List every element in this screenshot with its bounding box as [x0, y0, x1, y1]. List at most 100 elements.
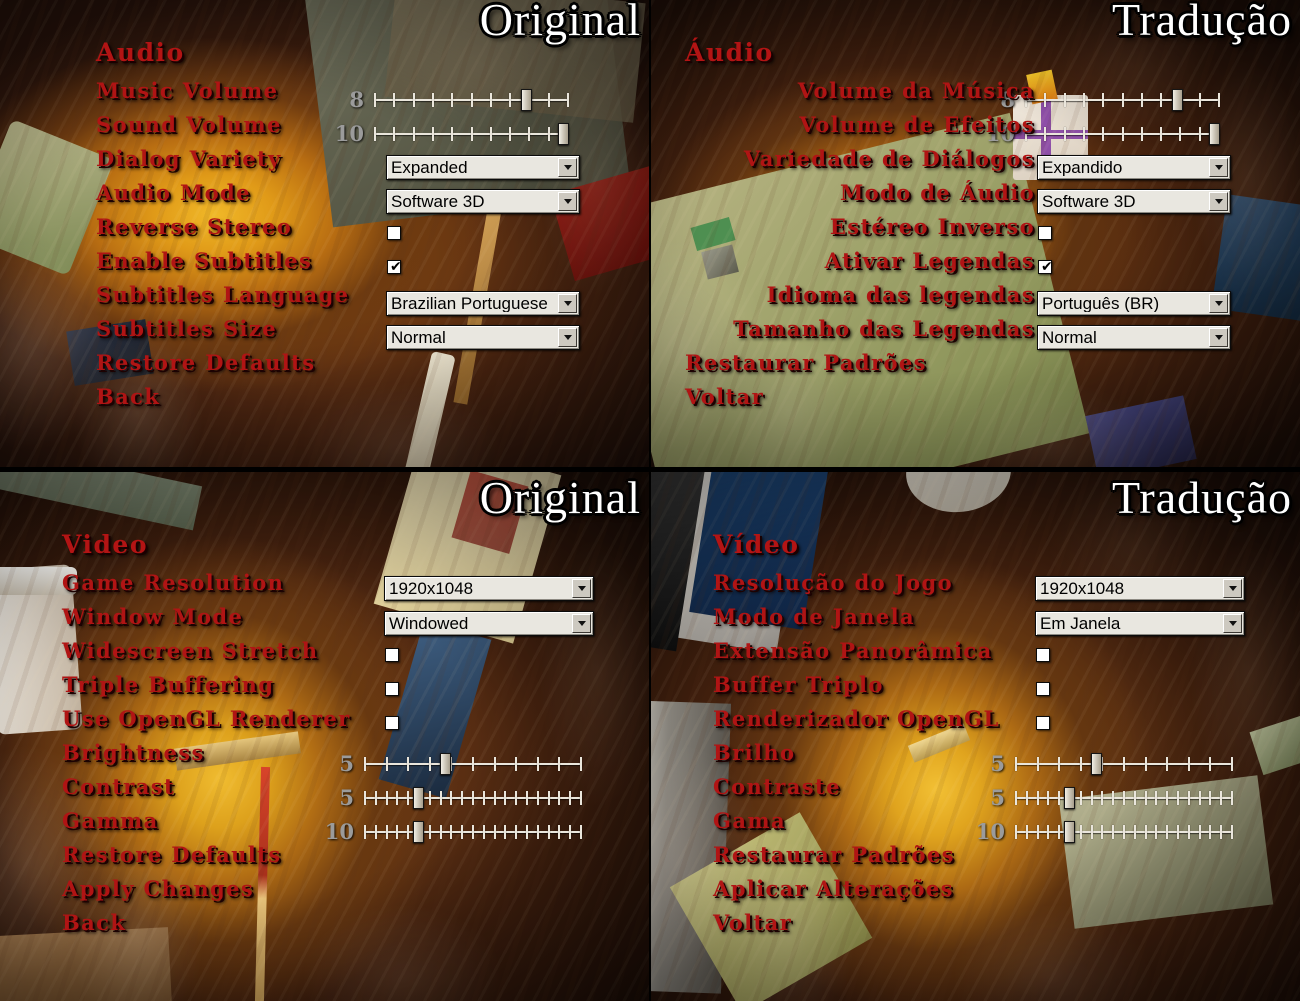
menu-item-audio-mode[interactable]: Audio Mode — [96, 180, 626, 214]
menu-label: Sound Volume — [96, 112, 282, 137]
slider-tick — [1218, 92, 1220, 107]
menu-label: Game Resolution — [62, 570, 285, 595]
menu-item-voltar[interactable]: Voltar — [685, 384, 1035, 418]
menu-label: Restore Defaults — [62, 842, 282, 867]
menu-item-game-resolution[interactable]: Game Resolution — [62, 570, 602, 604]
menu-item-use-opengl-renderer[interactable]: Use OpenGL Renderer — [62, 706, 602, 740]
menu-item-ativar-legendas[interactable]: Ativar Legendas — [685, 248, 1035, 282]
slider-tick — [1121, 92, 1124, 107]
page-title-audio-translated: Áudio — [685, 38, 774, 67]
menu-item-variedade-dialogos[interactable]: Variedade de Diálogos — [685, 146, 1035, 180]
variedade-dialogos-dropdown[interactable]: Expandido — [1037, 155, 1231, 180]
panel-audio-translated: Tradução Áudio Volume da Música Volume d… — [651, 0, 1300, 467]
menu-label: Gamma — [62, 808, 159, 833]
chevron-down-icon[interactable] — [1209, 294, 1228, 313]
menu-label: Widescreen Stretch — [62, 638, 319, 663]
dropdown-value: Expandido — [1042, 159, 1123, 176]
menu-item-contraste[interactable]: Contraste — [713, 774, 1253, 808]
menu-item-contrast[interactable]: Contrast — [62, 774, 602, 808]
menu-item-estereo-inverso[interactable]: Estéreo Inverso — [685, 214, 1035, 248]
menu-item-idioma-legendas[interactable]: Idioma das legendas — [685, 282, 1035, 316]
ativar-legendas-checkbox[interactable]: ✔ — [1038, 260, 1053, 274]
tamanho-legendas-dropdown[interactable]: Normal — [1037, 325, 1231, 350]
menu-label: Buffer Triplo — [713, 672, 884, 697]
slider-tick — [1063, 92, 1066, 107]
menu-item-aplicar-alteracoes[interactable]: Aplicar Alterações — [713, 876, 1253, 910]
chevron-down-icon[interactable] — [1209, 192, 1228, 211]
menu-item-restore-defaults[interactable]: Restore Defaults — [96, 350, 626, 384]
menu-item-voltar[interactable]: Voltar — [713, 910, 1253, 944]
idioma-legendas-dropdown[interactable]: Português (BR) — [1037, 291, 1231, 316]
menu-item-extensao-panoramica[interactable]: Extensão Panorâmica — [713, 638, 1253, 672]
menu-label: Gama — [713, 808, 786, 833]
menu-item-resolucao-jogo[interactable]: Resolução do Jogo — [713, 570, 1253, 604]
menu-item-modo-janela[interactable]: Modo de Janela — [713, 604, 1253, 638]
slider-track[interactable] — [1025, 122, 1220, 145]
panel-video-translated: Tradução Vídeo Resolução do Jogo Modo de… — [651, 472, 1300, 1001]
menu-item-brilho[interactable]: Brilho — [713, 740, 1253, 774]
menu-label: Reverse Stereo — [96, 214, 293, 239]
menu-label: Modo de Janela — [713, 604, 915, 629]
slider-track[interactable] — [1025, 88, 1220, 111]
menu-item-brightness[interactable]: Brightness — [62, 740, 602, 774]
menu-label: Volume da Música — [797, 78, 1035, 103]
menu-label: Subtitles Size — [96, 316, 277, 341]
menu-label: Restore Defaults — [96, 350, 316, 375]
menu-item-renderizador-opengl[interactable]: Renderizador OpenGL — [713, 706, 1253, 740]
menu-item-gama[interactable]: Gama — [713, 808, 1253, 842]
slider-tick — [1140, 92, 1143, 107]
menu-item-window-mode[interactable]: Window Mode — [62, 604, 602, 638]
menu-label: Aplicar Alterações — [713, 876, 954, 901]
modo-audio-dropdown[interactable]: Software 3D — [1037, 189, 1231, 214]
slider-tick — [1179, 126, 1182, 141]
menu-item-restaurar-padroes[interactable]: Restaurar Padrões — [685, 350, 1035, 384]
menu-item-apply-changes[interactable]: Apply Changes — [62, 876, 602, 910]
menu-item-restore-defaults[interactable]: Restore Defaults — [62, 842, 602, 876]
menu-label: Ativar Legendas — [824, 248, 1035, 273]
page-title-video-original: Video — [62, 530, 149, 559]
slider-tick — [1160, 126, 1163, 141]
menu-label: Resolução do Jogo — [713, 570, 954, 595]
menu-label: Back — [62, 910, 127, 935]
chevron-down-icon[interactable] — [1209, 328, 1228, 347]
estereo-inverso-checkbox[interactable] — [1038, 226, 1052, 240]
menu-item-gamma[interactable]: Gamma — [62, 808, 602, 842]
menu-item-sound-volume[interactable]: Sound Volume — [96, 112, 626, 146]
menu-item-modo-audio[interactable]: Modo de Áudio — [685, 180, 1035, 214]
panel-audio-original: Original Audio Music Volume Sound Volume… — [0, 0, 649, 467]
badge-original-audio: Original — [479, 0, 641, 45]
slider-handle[interactable] — [1209, 122, 1220, 145]
menu-item-back[interactable]: Back — [96, 384, 626, 418]
menu-item-music-volume[interactable]: Music Volume — [96, 78, 626, 112]
menu-label: Modo de Áudio — [839, 180, 1035, 205]
slider-tick — [1102, 92, 1105, 107]
menu-label: Tamanho das Legendas — [733, 316, 1035, 341]
menu-label: Music Volume — [96, 78, 279, 103]
dropdown-value: Português (BR) — [1042, 295, 1160, 312]
menu-item-tamanho-legendas[interactable]: Tamanho das Legendas — [685, 316, 1035, 350]
menu-label: Contraste — [713, 774, 841, 799]
menu-item-reverse-stereo[interactable]: Reverse Stereo — [96, 214, 626, 248]
chevron-down-icon[interactable] — [1209, 158, 1228, 177]
menu-item-buffer-triplo[interactable]: Buffer Triplo — [713, 672, 1253, 706]
menu-item-widescreen-stretch[interactable]: Widescreen Stretch — [62, 638, 602, 672]
menu-item-back[interactable]: Back — [62, 910, 602, 944]
badge-translated-audio: Tradução — [1111, 0, 1292, 45]
menu-item-enable-subtitles[interactable]: Enable Subtitles — [96, 248, 626, 282]
video-menu-original: Video Game Resolution Window Mode Widesc… — [62, 530, 602, 944]
slider-tick — [1198, 126, 1201, 141]
slider-tick — [1140, 126, 1143, 141]
menu-label: Idioma das legendas — [766, 282, 1035, 307]
menu-label: Brilho — [713, 740, 796, 765]
menu-item-dialog-variety[interactable]: Dialog Variety — [96, 146, 626, 180]
menu-item-volume-musica[interactable]: Volume da Música — [685, 78, 1035, 112]
slider-handle[interactable] — [1172, 88, 1184, 111]
menu-item-triple-buffering[interactable]: Triple Buffering — [62, 672, 602, 706]
menu-item-subtitles-size[interactable]: Subtitles Size — [96, 316, 626, 350]
menu-item-subtitles-language[interactable]: Subtitles Language — [96, 282, 626, 316]
slider-tick — [1082, 126, 1085, 141]
menu-item-volume-efeitos[interactable]: Volume de Efeitos — [685, 112, 1035, 146]
badge-original-video: Original — [479, 472, 641, 523]
menu-item-restaurar-padroes[interactable]: Restaurar Padrões — [713, 842, 1253, 876]
menu-label: Estéreo Inverso — [829, 214, 1035, 239]
